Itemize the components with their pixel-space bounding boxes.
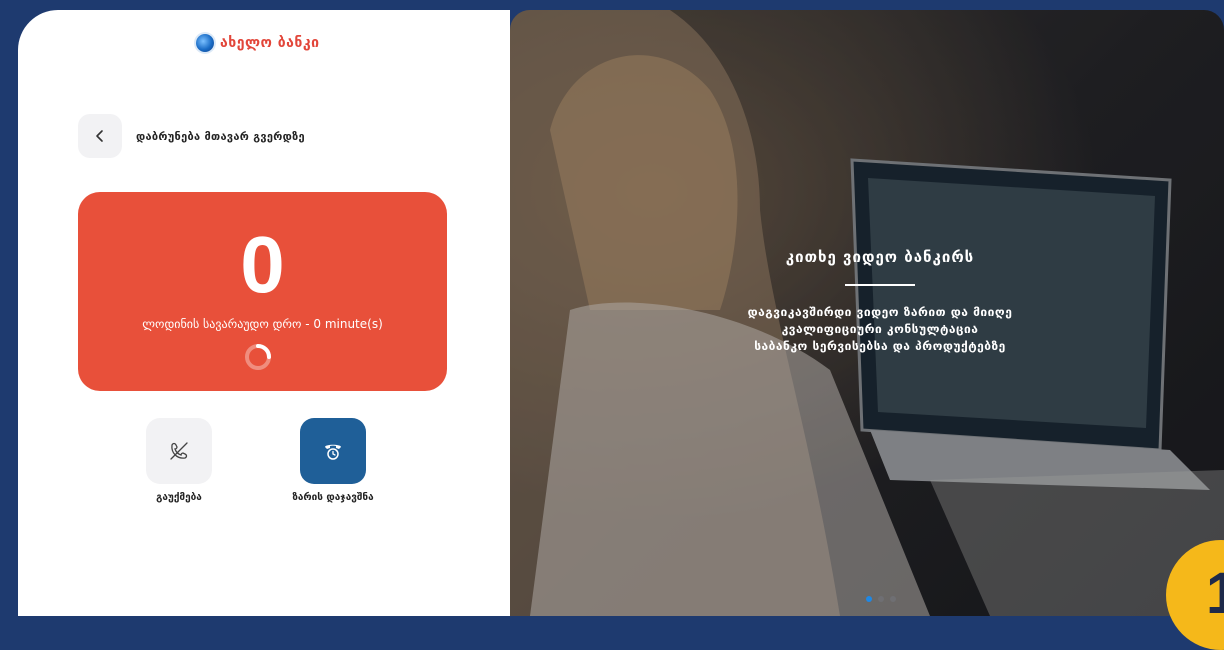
hero-subtitle-line-3: საბანკო სერვისებსა და პროდუქტებზე <box>754 339 1006 353</box>
phone-off-icon <box>170 442 188 460</box>
hero-subtitle-line-1: დაგვიკავშირდი ვიდეო ზარით და მიიღე <box>747 305 1013 319</box>
back-button[interactable] <box>78 114 122 158</box>
back-navigation: დაბრუნება მთავარ გვერდზე <box>78 114 305 158</box>
queue-status-card: 0 ლოდინის სავარაუდო დრო - 0 minute(s) <box>78 192 447 391</box>
back-label: დაბრუნება მთავარ გვერდზე <box>136 129 305 143</box>
phone-clock-icon <box>325 444 341 460</box>
hero-divider <box>845 284 915 286</box>
cancel-action: გაუქმება <box>129 418 229 503</box>
schedule-call-action: ზარის დაჯავშნა <box>283 418 383 503</box>
estimated-wait-text: ლოდინის სავარაუდო დრო - 0 minute(s) <box>142 317 383 331</box>
corner-badge-text: 1 <box>1206 561 1224 626</box>
hero-text-block: კითხე ვიდეო ბანკირს დაგვიკავშირდი ვიდეო … <box>690 248 1070 355</box>
bank-logo-icon <box>196 34 214 52</box>
carousel-dot[interactable] <box>866 596 872 602</box>
queue-position-number: 0 <box>240 220 285 309</box>
schedule-call-button[interactable] <box>300 418 366 484</box>
cancel-button[interactable] <box>146 418 212 484</box>
loading-spinner-icon <box>245 344 271 370</box>
hero-subtitle-line-2: კვალიფიციური კონსულტაცია <box>781 322 979 336</box>
left-panel: ახელო ბანკი დაბრუნება მთავარ გვერდზე 0 ლ… <box>18 10 510 616</box>
hero-title: კითხე ვიდეო ბანკირს <box>785 248 975 266</box>
bank-logo: ახელო ბანკი <box>196 34 320 52</box>
carousel-dot[interactable] <box>890 596 896 602</box>
carousel-dots <box>866 596 896 602</box>
promo-banner: კითხე ვიდეო ბანკირს დაგვიკავშირდი ვიდეო … <box>510 10 1224 616</box>
schedule-call-label: ზარის დაჯავშნა <box>292 492 374 503</box>
cancel-label: გაუქმება <box>156 492 202 503</box>
chevron-left-icon <box>96 130 103 142</box>
carousel-dot[interactable] <box>878 596 884 602</box>
bank-logo-text: ახელო ბანკი <box>220 35 320 51</box>
